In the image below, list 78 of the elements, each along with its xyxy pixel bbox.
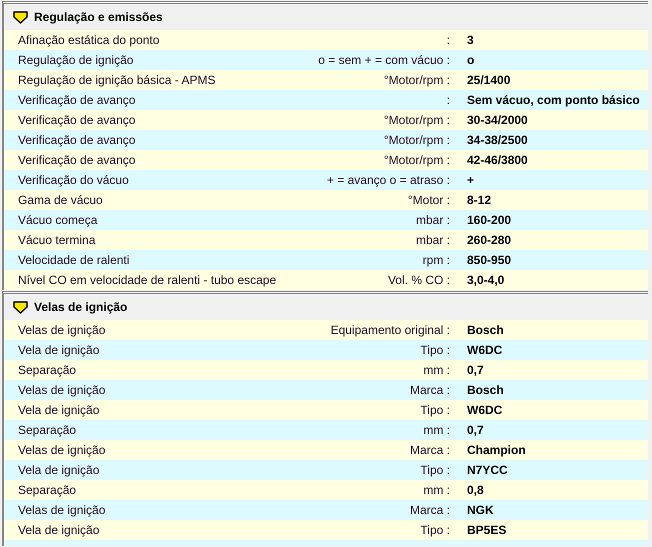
row-unit: o = sem + = com vácuo : [317,53,450,67]
row-label: Verificação de avanço [17,153,136,167]
row-unit: + = avanço o = atraso : [326,173,450,187]
row-label: Vela de ignição [17,463,100,477]
row-value: NGK [466,503,495,517]
row-value: + [466,173,476,187]
row-label: Verificação do vácuo [17,173,130,187]
row-unit: : [446,93,450,107]
row-value: 850-950 [466,253,512,267]
row-value: 3 [466,33,475,47]
row-unit: °Motor : [406,193,450,207]
row-value: Sem vácuo, com ponto básico [466,93,641,107]
row-value: Champion [466,443,527,457]
row-label: Separação [17,423,78,437]
row-label: Velas de ignição [17,503,106,517]
row-unit: Tipo : [419,463,450,477]
row-label: Gama de vácuo [17,193,104,207]
row-unit: Marca : [408,443,450,457]
section-title: Velas de ignição [34,300,128,314]
row-value: N7YCC [466,463,509,477]
row-label: Separação [17,363,78,377]
row-label: Velocidade de ralenti [17,253,130,267]
row-value: o [466,53,476,67]
row-unit: Equipamento original : [330,323,450,337]
row-unit: °Motor/rpm : [382,73,450,87]
row-label: Vela de ignição [17,523,100,537]
row-label: Velas de ignição [17,443,106,457]
row-value: 8-12 [466,193,492,207]
row-value: 160-200 [466,213,512,227]
row-unit: °Motor/rpm : [382,153,450,167]
row-label: Nível CO em velocidade de ralenti - tubo escape [17,273,278,287]
row-unit: °Motor/rpm : [382,113,450,127]
row-unit: Tipo : [419,523,450,537]
row-value: Bosch [466,323,505,337]
row-unit: Marca : [408,383,450,397]
row-unit: mbar : [414,213,450,227]
row-value: 42-46/3800 [466,153,529,167]
row-label: Vela de ignição [17,343,100,357]
row-unit: Vol. % CO : [386,273,450,287]
row-label: Velas de ignição [17,383,106,397]
row-unit: °Motor/rpm : [382,133,450,147]
row-value: 3,0-4,0 [466,273,506,287]
row-unit: mbar : [414,233,450,247]
section-header[interactable]: Regulação e emissões [4,4,648,30]
row-value: 0,8 [466,483,485,497]
row-unit: mm : [422,483,450,497]
row-unit: mm : [422,363,450,377]
row-unit: rpm : [422,253,450,267]
row-unit: Tipo : [419,343,450,357]
row-unit: : [446,33,450,47]
row-label: Regulação de ignição [17,53,134,67]
row-label: Vácuo começa [17,213,98,227]
row-value: 0,7 [466,363,485,377]
row-value: 0,7 [466,423,485,437]
row-label: Verificação de avanço [17,93,136,107]
row-value: W6DC [466,343,504,357]
row-label: Afinação estática do ponto [17,33,160,47]
row-label: Regulação de ignição básica - APMS [17,73,216,87]
row-unit: Marca : [408,503,450,517]
row-value: Bosch [466,383,505,397]
chevron-down-icon [13,300,28,314]
row-value: BP5ES [466,523,508,537]
row-label: Verificação de avanço [17,113,136,127]
row-label: Separação [17,483,78,497]
row-unit: Tipo : [419,403,450,417]
section-header[interactable]: Velas de ignição [4,294,648,320]
row-label: Verificação de avanço [17,133,136,147]
section-title: Regulação e emissões [34,10,163,24]
row-value: 34-38/2500 [466,133,529,147]
row-value: 25/1400 [466,73,512,87]
row-unit: mm : [422,423,450,437]
row-label: Vácuo termina [17,233,96,247]
row-value: W6DC [466,403,504,417]
row-value: 260-280 [466,233,512,247]
row-label: Velas de ignição [17,323,106,337]
row-value: 30-34/2000 [466,113,529,127]
chevron-down-icon [13,10,28,24]
row-label: Vela de ignição [17,403,100,417]
